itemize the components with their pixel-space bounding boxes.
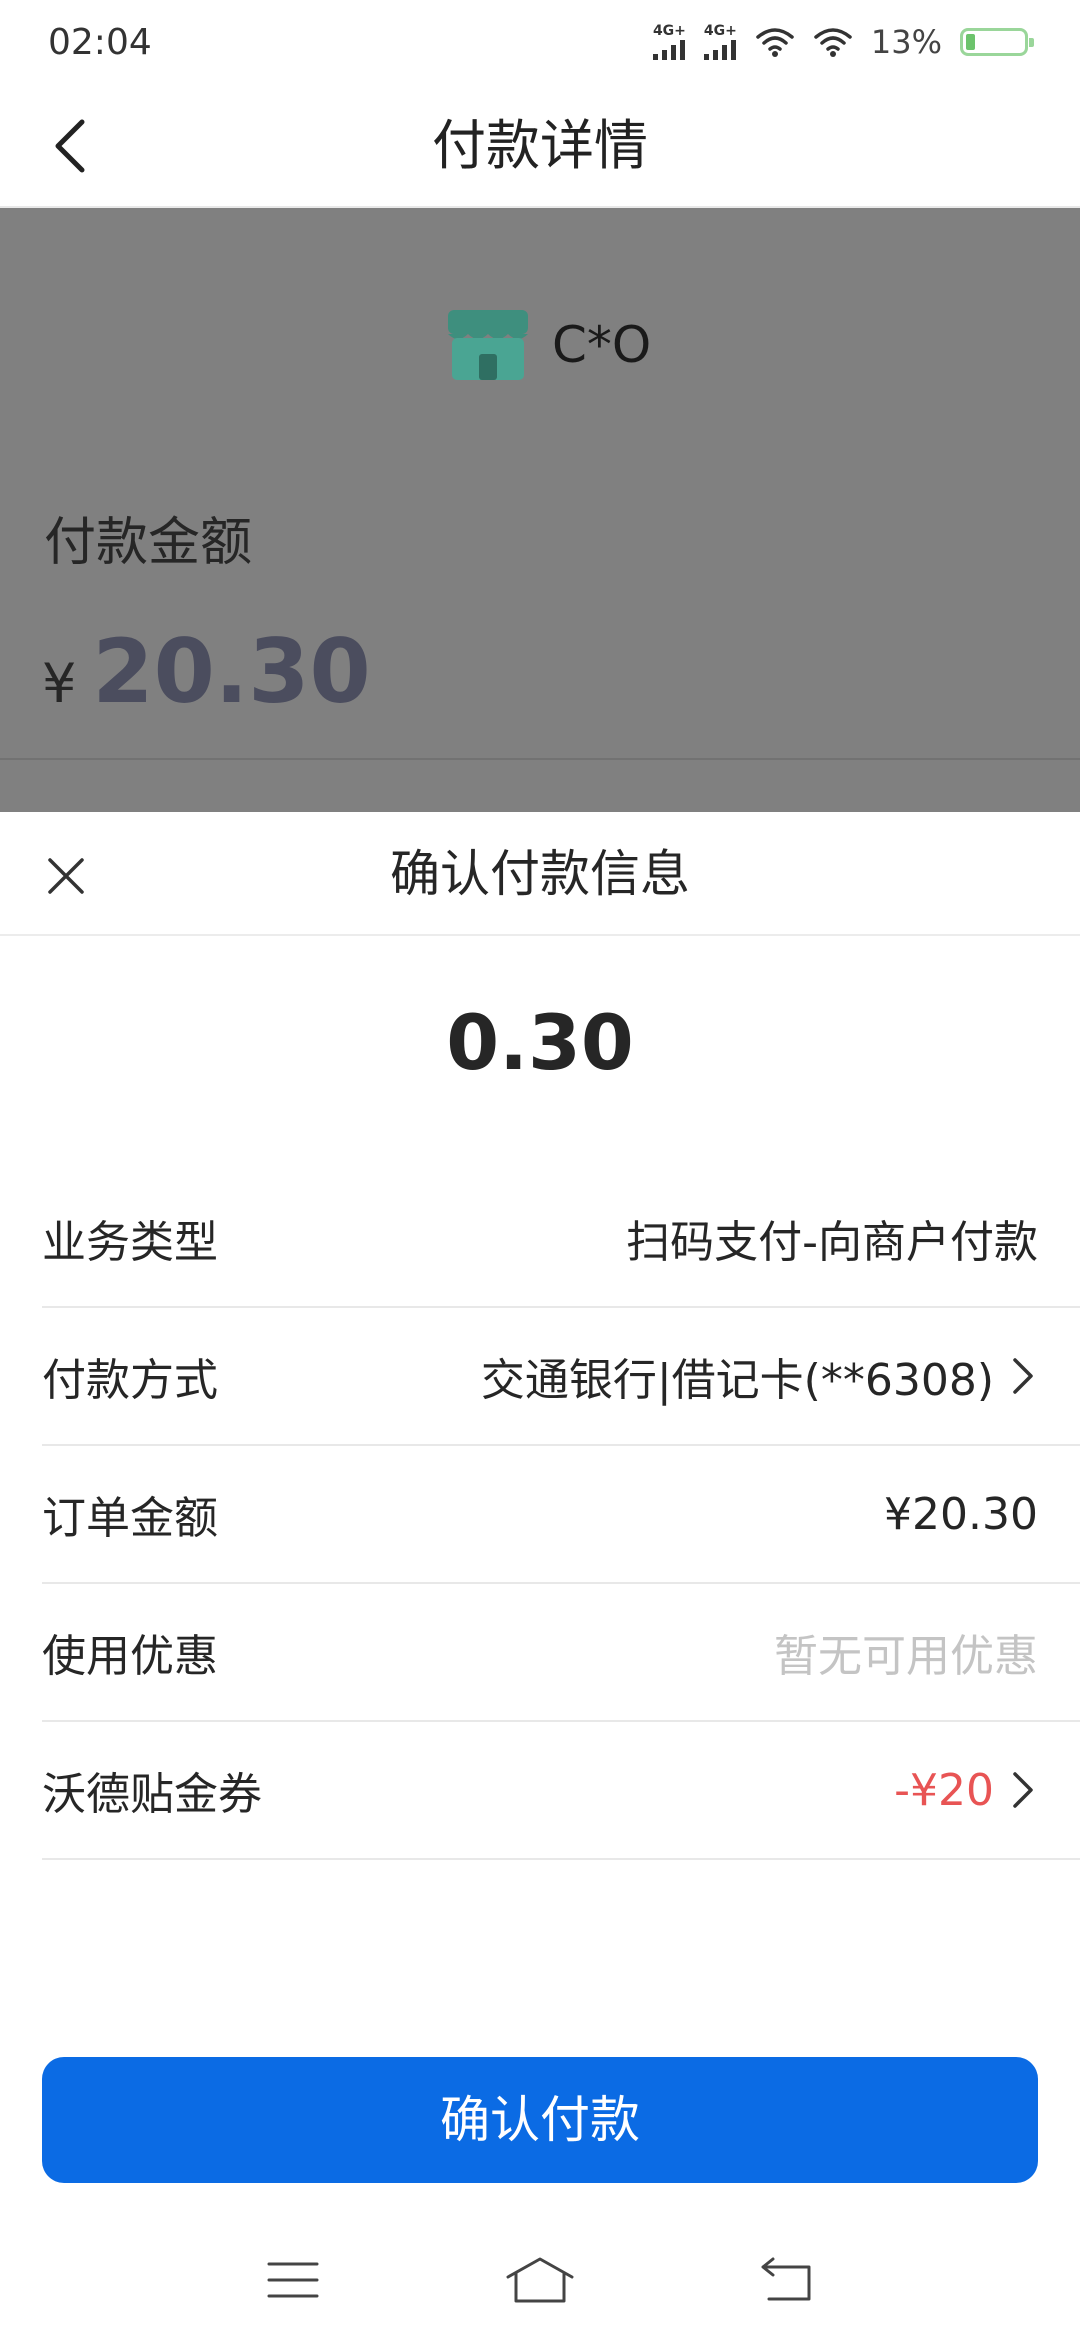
page-title: 付款详情	[432, 114, 648, 177]
signal-label: 4G+	[703, 23, 737, 39]
chevron-right-icon	[1013, 1772, 1033, 1808]
system-nav-bar	[0, 2220, 1080, 2340]
row-value: ¥20.30	[884, 1488, 1038, 1540]
screen: 02:04 4G+ 4G+ 13% 付款详情 C*O 付款金额 ¥ 20.30 …	[0, 0, 1080, 2340]
row-label: 沃德贴金券	[42, 1769, 262, 1820]
row-value: 暂无可用优惠	[774, 1631, 1038, 1682]
merchant-name: C*O	[552, 316, 652, 374]
chevron-right-icon	[1013, 1358, 1033, 1394]
payment-info-list: 业务类型 扫码支付-向商户付款 付款方式 交通银行|借记卡(**6308) 订单…	[42, 1170, 1080, 1860]
storefront-icon	[448, 310, 528, 380]
row-payment-method[interactable]: 付款方式 交通银行|借记卡(**6308)	[42, 1308, 1080, 1446]
row-business-type: 业务类型 扫码支付-向商户付款	[42, 1170, 1080, 1308]
wifi-icon	[814, 28, 852, 57]
status-icons: 4G+ 4G+ 13%	[652, 23, 1034, 61]
row-label: 使用优惠	[42, 1631, 218, 1682]
status-time: 02:04	[48, 21, 152, 63]
nav-back-button[interactable]	[737, 2240, 837, 2320]
menu-icon	[267, 2262, 319, 2298]
row-voucher[interactable]: 沃德贴金券 -¥20	[42, 1722, 1080, 1860]
signal-label: 4G+	[652, 23, 686, 39]
row-label: 付款方式	[42, 1355, 218, 1406]
battery-percent: 13%	[870, 23, 942, 61]
row-label: 业务类型	[42, 1217, 218, 1268]
row-value: -¥20	[894, 1764, 994, 1816]
back-icon	[761, 2257, 811, 2301]
merchant-info: C*O	[446, 308, 651, 382]
status-bar: 02:04 4G+ 4G+ 13%	[0, 0, 1080, 84]
sheet-title: 确认付款信息	[390, 845, 690, 903]
cellular-signal-icon: 4G+	[652, 23, 686, 60]
currency-symbol: ¥	[42, 652, 77, 715]
home-icon	[506, 2257, 574, 2303]
sheet-header: 确认付款信息	[0, 812, 1080, 936]
wifi-icon	[756, 28, 794, 57]
nav-home-button[interactable]	[490, 2240, 590, 2320]
dimmed-payment-details: C*O 付款金额 ¥ 20.30	[0, 208, 1080, 812]
confirm-payment-button[interactable]: 确认付款	[42, 2057, 1038, 2183]
row-order-amount: 订单金额 ¥20.30	[42, 1446, 1080, 1584]
amount-row: ¥ 20.30	[42, 620, 371, 723]
confirm-payment-sheet: 确认付款信息 0.30 业务类型 扫码支付-向商户付款 付款方式 交通银行|借记…	[0, 812, 1080, 2340]
pay-amount: 0.30	[446, 998, 634, 1087]
row-label: 订单金额	[42, 1493, 218, 1544]
amount-label: 付款金额	[44, 513, 253, 573]
divider	[0, 758, 1080, 760]
amount-value: 20.30	[92, 620, 371, 723]
row-value: 扫码支付-向商户付款	[626, 1217, 1038, 1268]
cellular-signal-icon: 4G+	[703, 23, 737, 60]
row-coupon: 使用优惠 暂无可用优惠	[42, 1584, 1080, 1722]
title-bar: 付款详情	[0, 84, 1080, 208]
battery-icon	[960, 28, 1034, 56]
nav-menu-button[interactable]	[243, 2240, 343, 2320]
row-value: 交通银行|借记卡(**6308)	[480, 1355, 994, 1406]
